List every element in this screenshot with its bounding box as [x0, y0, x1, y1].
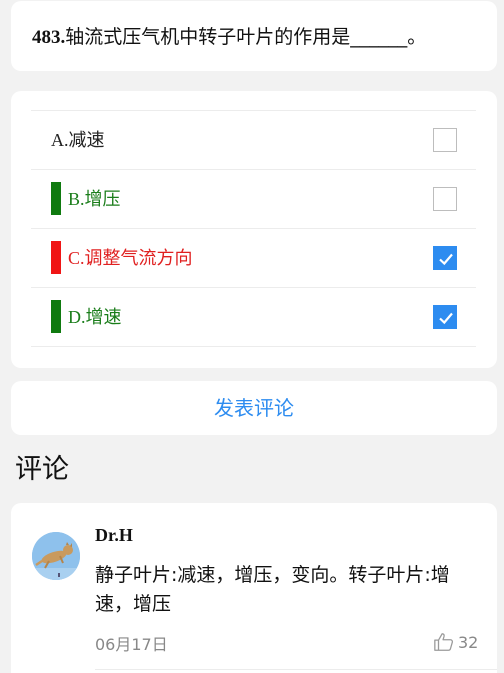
option-b-text: 增压: [84, 189, 121, 210]
options-card: A.减速 B.增压 C.调整气流方向 D.增速: [11, 91, 497, 368]
option-c[interactable]: C.调整气流方向: [31, 228, 476, 287]
comments-heading: 评论: [15, 454, 69, 485]
option-c-text: 调整气流方向: [84, 248, 193, 269]
option-c-label: C.调整气流方向: [68, 229, 193, 288]
divider: [31, 346, 476, 347]
option-a-checkbox[interactable]: [433, 128, 457, 152]
checkmark-icon: [439, 253, 453, 266]
option-b-label: B.增压: [68, 170, 121, 229]
option-d[interactable]: D.增速: [31, 287, 476, 346]
post-comment-button[interactable]: 发表评论: [11, 381, 497, 435]
thumbs-up-icon: [434, 633, 454, 651]
question-number: 483.: [32, 27, 66, 48]
like-count: 32: [458, 633, 479, 652]
question-body: 轴流式压气机中转子叶片的作用是______。: [65, 26, 427, 48]
comment-button-card: 发表评论: [11, 381, 497, 435]
option-b[interactable]: B.增压: [31, 169, 476, 228]
cat-photo-avatar[interactable]: [32, 532, 80, 580]
option-a-letter: A.: [51, 130, 69, 150]
avatar-image-icon: [32, 532, 80, 580]
option-d-label: D.增速: [68, 288, 122, 347]
checkmark-icon: [439, 312, 453, 325]
option-c-letter: C.: [68, 248, 85, 268]
option-c-checkbox[interactable]: [433, 246, 457, 270]
correct-indicator-bar: [51, 300, 61, 333]
option-d-checkbox[interactable]: [433, 305, 457, 329]
option-b-checkbox[interactable]: [433, 187, 457, 211]
comment-text: 静子叶片:减速，增压，变向。转子叶片:增速，增压: [95, 564, 450, 615]
option-a-label: A.减速: [51, 111, 105, 170]
question-text: 483.轴流式压气机中转子叶片的作用是______。: [32, 23, 482, 52]
comment-author: Dr.H: [95, 525, 133, 545]
wrong-indicator-bar: [51, 241, 61, 274]
correct-indicator-bar: [51, 182, 61, 215]
divider: [95, 669, 497, 670]
comment-date: 06月17日: [95, 635, 168, 654]
question-card: 483.轴流式压气机中转子叶片的作用是______。: [11, 1, 497, 71]
option-a[interactable]: A.减速: [31, 110, 476, 169]
comment-card: Dr.H 静子叶片:减速，增压，变向。转子叶片:增速，增压 06月17日 32: [11, 503, 497, 673]
option-d-text: 增速: [85, 307, 122, 328]
option-b-letter: B.: [68, 189, 85, 209]
option-a-text: 减速: [68, 130, 105, 151]
option-d-letter: D.: [68, 307, 86, 327]
